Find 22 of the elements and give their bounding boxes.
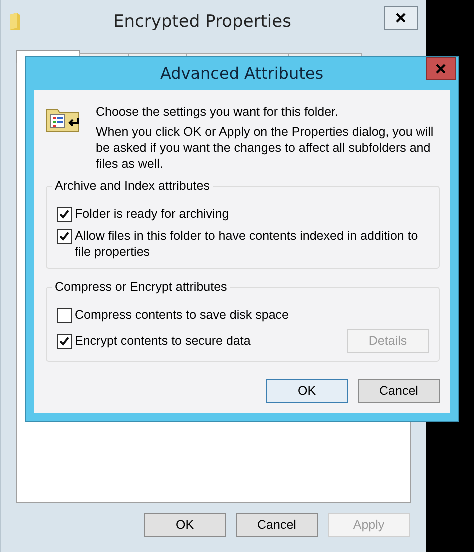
checkbox-option[interactable]: Allow files in this folder to have contents indexed in addition to file properties — [57, 228, 429, 260]
window-title: Encrypted Properties — [112, 12, 292, 32]
checkbox-option[interactable]: Folder is ready for archiving — [57, 206, 230, 222]
note-text: When you click OK or Apply on the Properties dialog, you will be asked if you want the changes to affect all subfolders and files as well. — [96, 124, 435, 172]
group-title: Archive and Index attributes — [54, 178, 211, 194]
dialog-title: Advanced Attributes — [160, 64, 324, 83]
close-icon — [396, 13, 406, 23]
close-button[interactable] — [384, 6, 418, 30]
checkbox[interactable] — [57, 207, 72, 222]
close-icon — [436, 64, 446, 74]
folder-icon — [9, 13, 21, 31]
checkbox-option[interactable]: Compress contents to save disk space — [57, 307, 289, 323]
checkbox[interactable] — [57, 229, 72, 244]
checkbox-option[interactable]: Encrypt contents to secure data — [57, 333, 251, 349]
dialog-button[interactable]: Cancel — [358, 379, 440, 403]
checkbox[interactable] — [57, 308, 72, 323]
dialog-button[interactable]: Cancel — [236, 513, 318, 537]
checkbox[interactable] — [57, 334, 72, 349]
group-title: Compress or Encrypt attributes — [54, 279, 228, 295]
dialog-button[interactable]: OK — [144, 513, 226, 537]
intro-text: Choose the settings you want for this folder. — [96, 104, 340, 120]
dialog-button[interactable]: OK — [266, 379, 348, 403]
